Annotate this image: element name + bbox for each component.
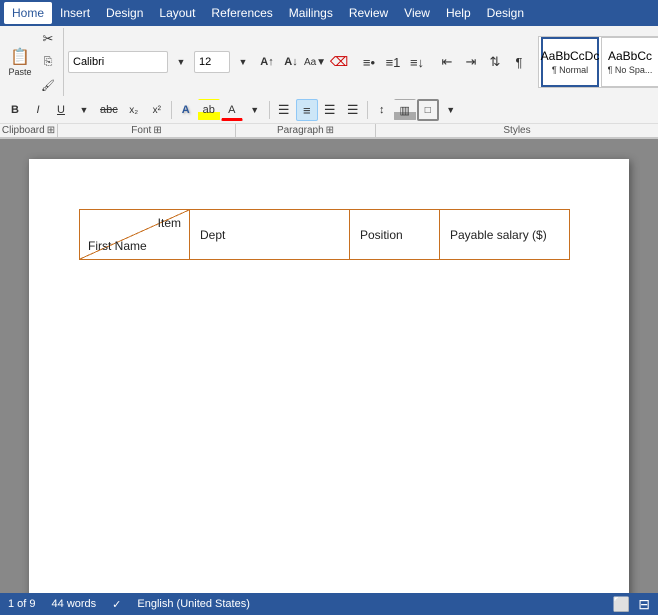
styles-group-label: Styles — [376, 124, 658, 137]
underline-options-button[interactable]: ▼ — [73, 99, 95, 121]
menu-references[interactable]: References — [203, 2, 280, 24]
underline-button[interactable]: U — [50, 99, 72, 121]
status-right-group: ⬜ ⊟ — [613, 596, 650, 613]
style-normal[interactable]: AaBbCcDc ¶ Normal — [541, 37, 599, 87]
copy-button[interactable]: ⎘ — [37, 51, 59, 73]
numbered-list-button[interactable]: ≡1 — [382, 51, 404, 73]
view-mode-button[interactable]: ⬜ — [613, 596, 630, 613]
font-color-options[interactable]: ▼ — [244, 99, 266, 121]
app-window: Home Insert Design Layout References Mai… — [0, 0, 658, 615]
page-count: 1 of 9 — [8, 598, 36, 610]
format-painter-button[interactable]: 🖌 — [37, 74, 59, 96]
styles-gallery: AaBbCcDc ¶ Normal AaBbCc ¶ No Spa... — [538, 36, 658, 88]
indent-increase-button[interactable]: ⇥ — [460, 51, 482, 73]
clear-format-button[interactable]: ⌫ — [328, 51, 350, 73]
font-grow-button[interactable]: A↑ — [256, 51, 278, 73]
dept-header-cell: Dept — [190, 210, 350, 260]
subscript-button[interactable]: x₂ — [123, 99, 145, 121]
menu-mailings[interactable]: Mailings — [281, 2, 341, 24]
multilevel-list-button[interactable]: ≡↓ — [406, 51, 428, 73]
document-page[interactable]: Item First Name Dept Position Payable sa… — [29, 159, 629, 599]
menu-bar: Home Insert Design Layout References Mai… — [0, 0, 658, 26]
status-bar: 1 of 9 44 words ✓ English (United States… — [0, 593, 658, 615]
show-para-button[interactable]: ¶ — [508, 51, 530, 73]
paragraph-group-label: Paragraph ⊞ — [236, 124, 376, 137]
dept-label: Dept — [200, 228, 225, 242]
menu-review[interactable]: Review — [341, 2, 396, 24]
menu-home[interactable]: Home — [4, 2, 52, 24]
sort-button[interactable]: ⇅ — [484, 51, 506, 73]
italic-button[interactable]: I — [27, 99, 49, 121]
table-row: Item First Name Dept Position Payable sa… — [80, 210, 570, 260]
font-group-label: Font ⊞ — [58, 124, 236, 137]
proofing-icon: ✓ — [112, 598, 121, 611]
justify-button[interactable]: ☰ — [342, 99, 364, 121]
position-header-cell: Position — [350, 210, 440, 260]
font-name-dropdown[interactable]: ▼ — [170, 51, 192, 73]
paste-icon: 📋 — [10, 47, 30, 67]
indent-decrease-button[interactable]: ⇤ — [436, 51, 458, 73]
borders-button[interactable]: □ — [417, 99, 439, 121]
word-count: 44 words — [52, 598, 97, 610]
separator5 — [269, 101, 270, 119]
ribbon: 📋 Paste ✂ ⎘ 🖌 ▼ ▼ A↑ A↓ Aa▼ ⌫ — [0, 26, 658, 139]
menu-design[interactable]: Design — [98, 2, 151, 24]
separator4 — [171, 101, 172, 119]
separator6 — [367, 101, 368, 119]
item-label: Item — [158, 216, 181, 230]
firstname-label: First Name — [88, 239, 147, 253]
highlight-color-button[interactable]: ab — [198, 99, 220, 121]
cut-button[interactable]: ✂ — [37, 28, 59, 50]
strikethrough-button[interactable]: abc — [96, 99, 122, 121]
align-left-button[interactable]: ☰ — [273, 99, 295, 121]
document-table[interactable]: Item First Name Dept Position Payable sa… — [79, 209, 570, 260]
superscript-button[interactable]: x² — [146, 99, 168, 121]
borders-options-button[interactable]: ▼ — [440, 99, 462, 121]
font-size-input[interactable] — [194, 51, 230, 73]
position-label: Position — [360, 228, 403, 242]
menu-design2[interactable]: Design — [479, 2, 532, 24]
align-right-button[interactable]: ☰ — [319, 99, 341, 121]
menu-help[interactable]: Help — [438, 2, 479, 24]
change-case-button[interactable]: Aa▼ — [304, 51, 326, 73]
font-color-button[interactable]: A — [221, 99, 243, 121]
menu-insert[interactable]: Insert — [52, 2, 98, 24]
shading-button[interactable]: ▥ — [394, 99, 416, 121]
language: English (United States) — [137, 598, 250, 610]
zoom-slider[interactable]: ⊟ — [638, 596, 650, 613]
menu-layout[interactable]: Layout — [151, 2, 203, 24]
font-name-input[interactable] — [68, 51, 168, 73]
salary-label: Payable salary ($) — [450, 228, 547, 242]
paste-button[interactable]: 📋 Paste — [4, 44, 36, 80]
salary-header-cell: Payable salary ($) — [440, 210, 570, 260]
group-labels-row: Clipboard ⊞ Font ⊞ Paragraph ⊞ Styles — [0, 123, 658, 137]
bullet-list-button[interactable]: ≡• — [358, 51, 380, 73]
align-center-button[interactable]: ≡ — [296, 99, 318, 121]
line-spacing-button[interactable]: ↕ — [371, 99, 393, 121]
text-effects-button[interactable]: A — [175, 99, 197, 121]
menu-view[interactable]: View — [396, 2, 438, 24]
document-area[interactable]: Item First Name Dept Position Payable sa… — [0, 139, 658, 615]
font-size-dropdown[interactable]: ▼ — [232, 51, 254, 73]
style-no-spacing[interactable]: AaBbCc ¶ No Spa... — [601, 37, 658, 87]
clipboard-group-label: Clipboard ⊞ — [0, 124, 58, 137]
bold-button[interactable]: B — [4, 99, 26, 121]
split-header-cell: Item First Name — [80, 210, 190, 260]
font-shrink-button[interactable]: A↓ — [280, 51, 302, 73]
